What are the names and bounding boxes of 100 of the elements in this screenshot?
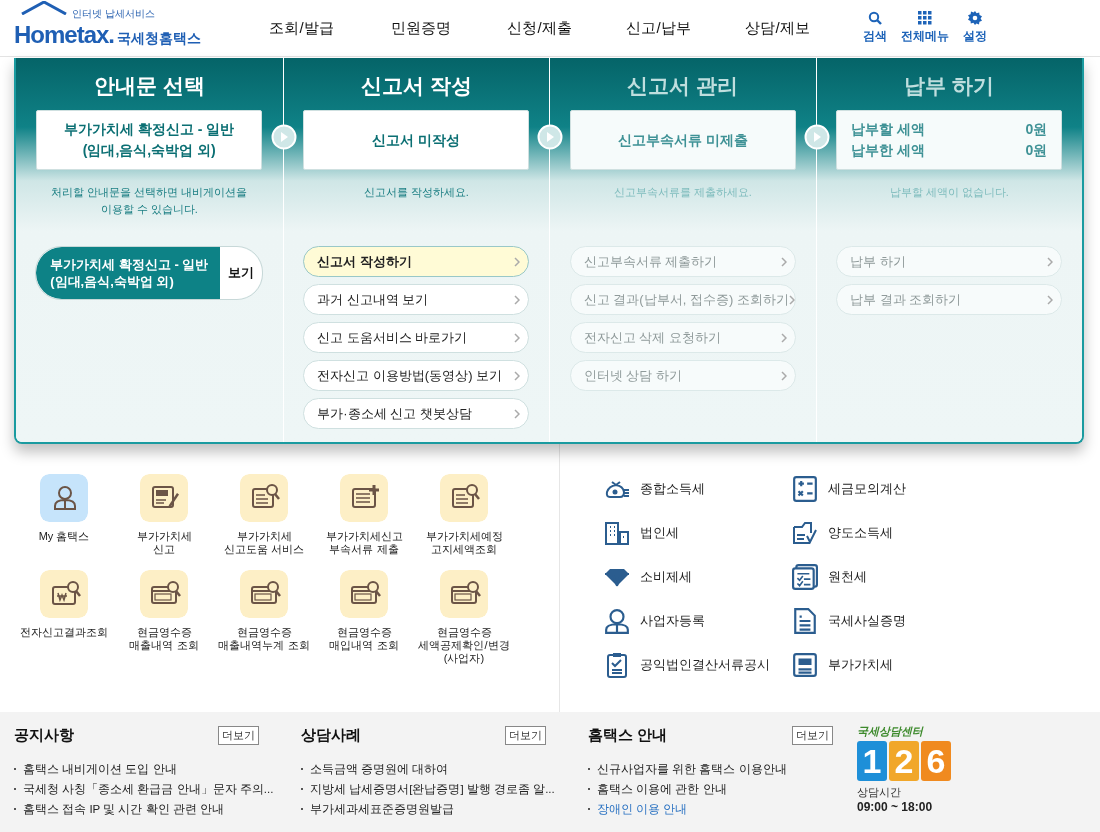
notice-chooser[interactable]: 부가가치세 확정신고 - 일반(임대,음식,숙박업 외) 보기: [35, 246, 264, 300]
step-action-button[interactable]: 전자신고 이용방법(동영상) 보기: [303, 360, 530, 391]
quick-menu-tile[interactable]: 현금영수증 세액공제확인/변경 (사업자): [414, 570, 514, 665]
board-link[interactable]: 지방세 납세증명서[완납증명] 발행 경로좀 알...: [310, 779, 555, 799]
board-link[interactable]: 국세청 사칭「종소세 환급금 안내」문자 주의...: [23, 779, 274, 799]
call-number-digit: 6: [921, 741, 951, 781]
status-box: 신고부속서류 미제출: [569, 110, 796, 170]
nav-menu-item[interactable]: 조회/발급: [242, 14, 361, 42]
step-hint: 신고서를 작성하세요.: [363, 185, 469, 200]
view-button[interactable]: 보기: [220, 247, 263, 299]
call-number-digit: 1: [857, 741, 887, 781]
quick-menu-tile[interactable]: 부가가치세 신고도움 서비스: [214, 474, 314, 556]
status-box: 부가가치세 확정신고 - 일반 (임대,음식,숙박업 외): [36, 110, 263, 170]
amount-label: 납부한 세액: [851, 141, 926, 160]
quick-menu-tile[interactable]: 전자신고결과조회: [14, 570, 114, 665]
tax-link[interactable]: 세금모의계산: [792, 476, 992, 502]
chevron-icon: [514, 256, 521, 267]
header-tool-button[interactable]: 검색: [863, 11, 887, 45]
document-icon: [792, 608, 818, 634]
banknote-search-icon: [451, 581, 481, 604]
status-box: 신고서 미작성: [303, 110, 530, 170]
tax-link[interactable]: 법인세: [604, 520, 792, 546]
document-pencil-icon: [152, 486, 179, 508]
board-link[interactable]: 소득금액 증명원에 대하여: [310, 759, 449, 779]
quick-menu-tile[interactable]: 부가가치세 신고: [114, 474, 214, 556]
grid-menu-icon: [918, 11, 932, 25]
banknote-search-icon: [351, 581, 381, 604]
banknote-search-icon: [251, 581, 281, 604]
banknote-search-icon: [151, 581, 181, 604]
tax-link[interactable]: 공익법인결산서류공시: [604, 652, 792, 678]
chevron-icon: [514, 408, 521, 419]
calculator-icon: [792, 476, 818, 502]
board-title: 상담사례: [301, 726, 361, 745]
tax-link[interactable]: 소비제세: [604, 564, 792, 590]
step-action-button[interactable]: 부가·종소세 신고 챗봇상담: [303, 398, 530, 429]
board-link[interactable]: 부가세과세표준증명원발급: [310, 799, 454, 819]
step-action-button[interactable]: 신고서 작성하기: [303, 246, 530, 277]
quick-menu-tile[interactable]: 현금영수증 매출내역누계 조회: [214, 570, 314, 665]
tax-link[interactable]: 부가가치세: [792, 652, 992, 678]
building-icon: [604, 520, 630, 546]
more-button[interactable]: 더보기: [505, 726, 546, 745]
person-icon: [54, 486, 76, 510]
step-title: 신고서 작성: [360, 73, 472, 99]
hours-label: 상담시간: [857, 785, 902, 800]
step-action-button[interactable]: 과거 신고내역 보기: [303, 284, 530, 315]
quick-menu-tile[interactable]: 현금영수증 매출내역 조회: [114, 570, 214, 665]
more-button[interactable]: 더보기: [792, 726, 833, 745]
step-action-button[interactable]: 신고 도움서비스 바로가기: [303, 322, 530, 353]
chevron-icon: [1047, 256, 1054, 267]
tax-link[interactable]: 원천세: [792, 564, 992, 590]
tax-link[interactable]: 사업자등록: [604, 608, 792, 634]
document-search-icon: [252, 484, 280, 508]
chevron-icon: [1047, 294, 1054, 305]
form-icon: [792, 652, 818, 678]
tax-link[interactable]: 양도소득세: [792, 520, 992, 546]
step-title: 납부 하기: [904, 73, 995, 99]
amount-value: 0원: [1025, 141, 1048, 160]
search-icon: [868, 11, 882, 25]
quick-menu-tile[interactable]: 부가가치세신고 부속서류 제출: [314, 474, 414, 556]
board-link[interactable]: 신규사업자를 위한 홈택스 이용안내: [597, 759, 787, 779]
more-button[interactable]: 더보기: [218, 726, 259, 745]
board-link[interactable]: 홈택스 접속 IP 및 시간 확인 관련 안내: [23, 799, 225, 819]
nav-menu-item[interactable]: 신고/납부: [599, 14, 718, 42]
step-title: 신고서 관리: [627, 73, 739, 99]
step-title: 안내문 선택: [93, 73, 205, 99]
step-hint: 처리할 안내문을 선택하면 내비게이션을 이용할 수 있습니다.: [51, 185, 248, 217]
roof-icon: [20, 1, 68, 15]
document-plus-icon: [352, 483, 381, 508]
tax-link[interactable]: 국세사실증명: [792, 608, 992, 634]
board-title: 홈택스 안내: [588, 726, 668, 745]
chevron-icon: [780, 370, 787, 381]
call-center-name: 국세상담센터: [857, 724, 925, 739]
tax-link[interactable]: 종합소득세: [604, 476, 792, 502]
chevron-icon: [788, 294, 795, 305]
nav-menu-item[interactable]: 상담/제보: [718, 14, 837, 42]
quick-menu-tile[interactable]: 현금영수증 매입내역 조회: [314, 570, 414, 665]
logo-title[interactable]: 국세청홈택스: [117, 30, 202, 48]
settings-icon: [968, 11, 982, 25]
document-check-icon: [792, 520, 818, 546]
header-tool-button[interactable]: 전체메뉴: [901, 11, 949, 45]
logo-tagline: 인터넷 납세서비스: [72, 7, 156, 21]
checklist-icon: [792, 564, 818, 590]
call-number-digit: 2: [889, 741, 919, 781]
person-icon: [604, 608, 630, 634]
quick-menu-tile[interactable]: 부가가치세예정 고지세액조회: [414, 474, 514, 556]
board-link[interactable]: 홈택스 내비게이션 도입 안내: [23, 759, 177, 779]
amount-label: 납부할 세액: [851, 120, 926, 139]
step-hint: 신고부속서류를 제출하세요.: [613, 185, 752, 200]
board-link[interactable]: 장애인 이용 안내: [597, 799, 688, 819]
document-search-icon: [452, 484, 480, 508]
logo-wordmark[interactable]: Hometax.: [14, 21, 115, 49]
nav-menu-item[interactable]: 신청/제출: [480, 14, 599, 42]
hours-text: 09:00 ~ 18:00: [857, 800, 934, 814]
quick-menu-tile[interactable]: My 홈택스: [14, 474, 114, 556]
nav-menu-item[interactable]: 민원증명: [361, 14, 480, 42]
clipboard-icon: [604, 652, 630, 678]
header-tool-button[interactable]: 설정: [963, 11, 987, 45]
step-hint: 납부할 세액이 없습니다.: [889, 185, 1009, 200]
chevron-icon: [780, 256, 787, 267]
board-link[interactable]: 홈택스 이용에 관한 안내: [597, 779, 727, 799]
